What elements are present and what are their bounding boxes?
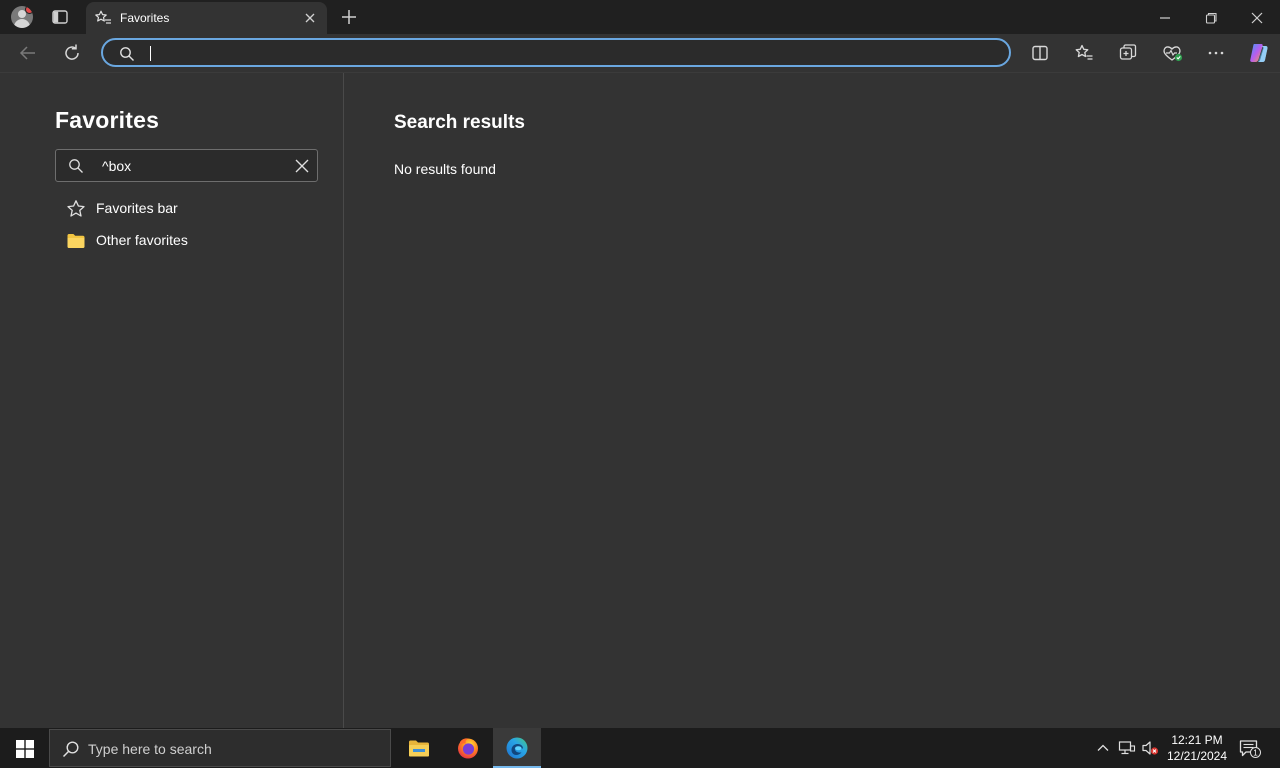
taskbar: Type here to search 12:21 PM 12/21/2024 … bbox=[0, 728, 1280, 768]
refresh-icon[interactable] bbox=[62, 43, 82, 63]
favorites-search-value[interactable]: ^box bbox=[102, 158, 131, 174]
close-icon[interactable] bbox=[1249, 10, 1265, 26]
restore-icon[interactable] bbox=[1203, 10, 1219, 26]
windows-start-icon[interactable] bbox=[16, 740, 34, 758]
address-bar[interactable] bbox=[101, 38, 1011, 67]
close-tab-icon[interactable] bbox=[303, 11, 317, 25]
system-clock[interactable]: 12:21 PM 12/21/2024 bbox=[1163, 732, 1231, 764]
browser-essentials-icon[interactable] bbox=[1162, 43, 1184, 63]
address-input[interactable] bbox=[155, 42, 999, 66]
clock-date: 12/21/2024 bbox=[1166, 749, 1228, 763]
taskbar-app-edge[interactable] bbox=[493, 728, 541, 768]
search-icon bbox=[119, 46, 135, 62]
browser-toolbar bbox=[0, 34, 1280, 73]
text-cursor bbox=[150, 46, 151, 61]
clock-time: 12:21 PM bbox=[1171, 733, 1223, 747]
notification-icon[interactable]: 1 bbox=[1239, 739, 1261, 759]
new-tab-icon[interactable] bbox=[340, 8, 358, 26]
sidebar-item-other-favorites[interactable]: Other favorites bbox=[66, 228, 316, 252]
chevron-up-icon[interactable] bbox=[1096, 741, 1110, 755]
tab-title: Favorites bbox=[120, 11, 170, 25]
network-icon[interactable] bbox=[1118, 740, 1136, 756]
favorites-search-field[interactable]: ^box bbox=[55, 149, 318, 182]
back-icon[interactable] bbox=[18, 43, 38, 63]
results-heading: Search results bbox=[394, 112, 525, 133]
favorites-sidebar: Favorites ^box Favorites bar Other favor… bbox=[0, 73, 344, 728]
taskbar-search-box[interactable]: Type here to search bbox=[49, 729, 391, 767]
taskbar-app-firefox[interactable] bbox=[444, 728, 492, 768]
volume-muted-icon[interactable] bbox=[1141, 740, 1159, 756]
empty-results-message: No results found bbox=[394, 161, 496, 177]
sidebar-item-label: Favorites bar bbox=[96, 200, 178, 216]
title-bar: Favorites bbox=[0, 0, 1280, 34]
notification-count: 1 bbox=[1253, 749, 1258, 758]
star-list-icon bbox=[94, 9, 112, 27]
collections-icon[interactable] bbox=[1118, 43, 1138, 63]
search-icon bbox=[62, 740, 80, 758]
sidebar-item-favorites-bar[interactable]: Favorites bar bbox=[66, 196, 316, 220]
sidebar-item-label: Other favorites bbox=[96, 232, 188, 248]
split-screen-icon[interactable] bbox=[1030, 43, 1050, 63]
favorites-icon[interactable] bbox=[1074, 43, 1094, 63]
minimize-icon[interactable] bbox=[1157, 10, 1173, 26]
taskbar-app-file-explorer[interactable] bbox=[395, 728, 443, 768]
profile-notification-dot bbox=[25, 6, 33, 14]
copilot-icon[interactable] bbox=[1247, 41, 1271, 65]
file-explorer-icon bbox=[409, 740, 429, 757]
tab-favorites[interactable]: Favorites bbox=[86, 2, 327, 34]
taskbar-search-placeholder: Type here to search bbox=[88, 741, 212, 757]
search-icon bbox=[68, 158, 84, 174]
sidebar-title: Favorites bbox=[55, 107, 160, 133]
firefox-icon bbox=[458, 738, 478, 759]
clear-search-icon[interactable] bbox=[294, 158, 310, 174]
more-icon[interactable] bbox=[1206, 43, 1226, 63]
tab-actions-icon[interactable] bbox=[50, 7, 70, 27]
search-results-panel: Search results No results found bbox=[344, 73, 1280, 728]
profile-avatar-icon[interactable] bbox=[11, 6, 33, 28]
folder-icon bbox=[66, 231, 86, 251]
edge-icon bbox=[506, 737, 528, 759]
star-icon bbox=[66, 199, 86, 219]
